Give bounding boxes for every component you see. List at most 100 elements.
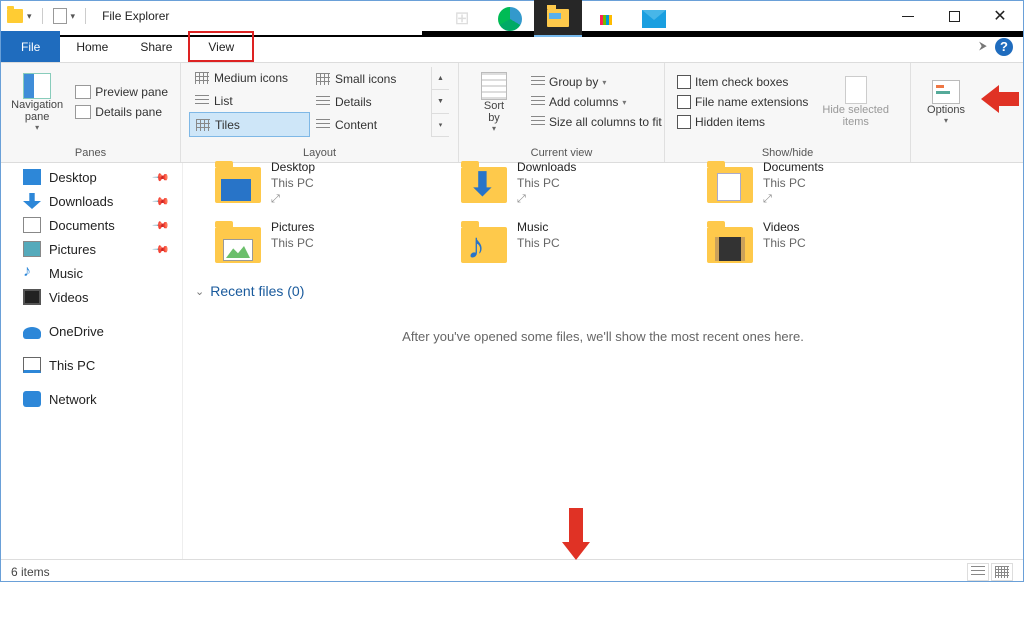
navigation-pane-icon [23, 73, 51, 99]
tiles-icon [196, 119, 210, 131]
ribbon: Navigation pane ▾ Preview pane Details p… [1, 63, 1023, 163]
mail-icon [642, 10, 666, 28]
status-bar: 6 items [1, 559, 1023, 583]
add-columns-icon [531, 96, 545, 108]
pin-icon: 📌 [152, 240, 171, 259]
nav-downloads[interactable]: Downloads📌 [1, 189, 182, 213]
checkbox-icon [677, 95, 691, 109]
layout-gallery[interactable]: Medium icons List Tiles Small icons Deta… [189, 67, 449, 137]
size-columns-icon [531, 116, 545, 128]
layout-details[interactable]: Details [310, 90, 431, 113]
layout-medium-icons[interactable]: Medium icons [189, 67, 310, 90]
music-icon: ♪ [23, 265, 41, 281]
nav-pictures[interactable]: Pictures📌 [1, 237, 182, 261]
details-pane-icon [75, 105, 91, 119]
options-button[interactable]: Options ▾ [919, 67, 973, 137]
add-columns-button[interactable]: Add columns ▾ [527, 92, 666, 112]
maximize-button[interactable] [931, 1, 977, 31]
tile-music[interactable]: ♪ MusicThis PC [461, 219, 691, 263]
group-by-button[interactable]: Group by ▾ [527, 72, 666, 92]
tab-view[interactable]: View [188, 31, 254, 62]
chevron-down-icon: ⌄ [195, 285, 204, 298]
taskbar-file-explorer[interactable] [534, 0, 582, 37]
hide-selected-icon [845, 76, 867, 104]
nav-desktop[interactable]: Desktop📌 [1, 165, 182, 189]
file-explorer-icon [547, 9, 569, 27]
edge-icon [498, 7, 522, 31]
tile-pictures[interactable]: PicturesThis PC [215, 219, 445, 263]
group-by-icon [531, 76, 545, 88]
layout-tiles[interactable]: Tiles [189, 112, 310, 137]
network-icon [23, 391, 41, 407]
navigation-pane-button[interactable]: Navigation pane ▾ [9, 67, 65, 137]
qat-properties-icon[interactable] [53, 8, 67, 24]
layout-small-icons[interactable]: Small icons [310, 67, 431, 90]
item-check-boxes-toggle[interactable]: Item check boxes [673, 72, 812, 92]
pin-icon: 📌 [152, 192, 171, 211]
taskbar-edge[interactable] [486, 0, 534, 37]
annotation-arrow-taskbar [562, 508, 590, 560]
details-icon [316, 96, 330, 108]
size-all-columns-button[interactable]: Size all columns to fit [527, 112, 666, 132]
tile-documents[interactable]: DocumentsThis PC⤢ [707, 159, 937, 207]
layout-content[interactable]: Content [310, 114, 431, 137]
grid-view-icon [995, 566, 1009, 578]
main-pane[interactable]: DesktopThis PC⤢ ⬇ DownloadsThis PC⤢ Docu… [183, 163, 1023, 559]
nav-network[interactable]: Network [1, 387, 182, 411]
layout-scroll-up[interactable]: ▲ [432, 67, 449, 90]
sort-by-button[interactable]: Sort by ▾ [467, 67, 521, 137]
details-pane-button[interactable]: Details pane [71, 102, 172, 122]
nav-videos[interactable]: Videos [1, 285, 182, 309]
qat-chevron-icon[interactable]: ▾ [27, 11, 32, 22]
hidden-items-toggle[interactable]: Hidden items [673, 112, 812, 132]
file-name-extensions-toggle[interactable]: File name extensions [673, 92, 812, 112]
task-view-icon: ⊞ [454, 8, 469, 29]
small-icons-icon [316, 73, 330, 85]
task-view-button[interactable]: ⊞ [438, 0, 486, 37]
hide-selected-items-button[interactable]: Hide selected items [818, 67, 893, 137]
checkbox-icon [677, 75, 691, 89]
tile-downloads[interactable]: ⬇ DownloadsThis PC⤢ [461, 159, 691, 207]
nav-documents[interactable]: Documents📌 [1, 213, 182, 237]
app-icon [7, 9, 23, 23]
list-view-icon [971, 566, 985, 578]
pictures-icon [23, 241, 41, 257]
navigation-tree[interactable]: Desktop📌 Downloads📌 Documents📌 Pictures📌… [1, 163, 183, 559]
tile-desktop[interactable]: DesktopThis PC⤢ [215, 159, 445, 207]
tab-share[interactable]: Share [124, 31, 188, 62]
this-pc-icon [23, 357, 41, 373]
view-tiles-button[interactable] [991, 563, 1013, 581]
minimize-button[interactable] [885, 1, 931, 31]
tab-file[interactable]: File [1, 31, 60, 62]
nav-onedrive[interactable]: OneDrive [1, 319, 182, 343]
tile-videos[interactable]: VideosThis PC [707, 219, 937, 263]
close-button[interactable]: ✕ [977, 1, 1023, 31]
pin-icon: 📌 [152, 216, 171, 235]
taskbar-store[interactable] [582, 0, 630, 37]
view-details-button[interactable] [967, 563, 989, 581]
layout-scroll-down[interactable]: ▼ [432, 90, 449, 113]
checkbox-icon [677, 115, 691, 129]
content-icon [316, 119, 330, 131]
preview-pane-icon [75, 85, 91, 99]
tab-home[interactable]: Home [60, 31, 124, 62]
list-icon [195, 95, 209, 107]
recent-files-header[interactable]: ⌄ Recent files (0) [191, 275, 1015, 303]
nav-this-pc[interactable]: This PC [1, 353, 182, 377]
qat-dropdown-icon[interactable]: ▾ [71, 11, 76, 22]
downloads-icon [23, 193, 41, 209]
ribbon-collapse-icon[interactable]: ⮞ [979, 40, 987, 53]
nav-music[interactable]: ♪Music [1, 261, 182, 285]
store-icon [595, 9, 617, 29]
videos-icon [23, 289, 41, 305]
item-count: 6 items [11, 565, 50, 579]
options-icon [932, 80, 960, 104]
layout-more[interactable]: ▾ [432, 114, 449, 137]
group-label-panes: Panes [9, 145, 172, 162]
documents-icon [23, 217, 41, 233]
layout-list[interactable]: List [189, 90, 310, 113]
help-icon[interactable]: ? [995, 38, 1013, 56]
taskbar-mail[interactable] [630, 0, 678, 37]
sort-icon [481, 72, 507, 100]
preview-pane-button[interactable]: Preview pane [71, 82, 172, 102]
